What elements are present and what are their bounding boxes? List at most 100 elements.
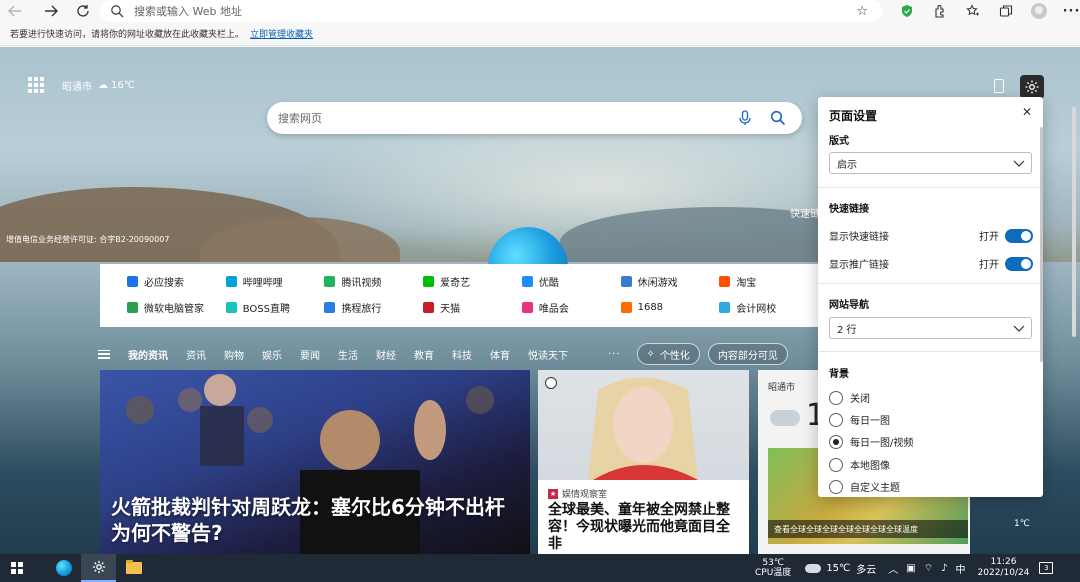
sparkle-icon: ✧ bbox=[646, 348, 655, 360]
favorites-bar: 若要进行快速访问，请将你的网址收藏放在此收藏夹栏上。 立即管理收藏夹 bbox=[0, 22, 1080, 46]
clock[interactable]: 11:26 2022/10/24 bbox=[978, 557, 1030, 579]
taskbar-app[interactable] bbox=[46, 554, 81, 582]
quick-link-label: 腾讯视频 bbox=[341, 277, 382, 289]
tray-app-icon[interactable]: ▣ bbox=[906, 563, 915, 574]
quick-link[interactable]: 1688 bbox=[620, 301, 720, 313]
news-tab[interactable]: 要闻 bbox=[300, 347, 320, 362]
chevron-down-icon bbox=[1013, 160, 1025, 167]
layout-select[interactable]: 启示 bbox=[829, 152, 1032, 174]
background-option[interactable]: 本地图像 bbox=[829, 457, 890, 472]
news-headline: 火箭批裁判针对周跃龙：塞尔比6分钟不出杆为何不警告? bbox=[111, 495, 505, 545]
web-search-box[interactable]: 搜索网页 bbox=[267, 102, 802, 134]
background-option[interactable]: 每日一图/视频 bbox=[829, 434, 913, 449]
show-quick-links-toggle[interactable] bbox=[1005, 228, 1033, 243]
news-tab[interactable]: 财经 bbox=[376, 347, 396, 362]
quick-link[interactable]: 腾讯视频 bbox=[324, 274, 423, 289]
quick-link[interactable]: 休闲游戏 bbox=[620, 274, 720, 289]
notification-icon[interactable]: 3 bbox=[1039, 562, 1054, 574]
quick-link[interactable]: 微软电脑管家 bbox=[127, 300, 226, 315]
city-name[interactable]: 昭通市 bbox=[62, 78, 92, 93]
news-tab[interactable]: 娱乐 bbox=[262, 347, 282, 362]
start-button[interactable] bbox=[0, 554, 34, 582]
news-tab[interactable]: 科技 bbox=[452, 347, 472, 362]
divider bbox=[818, 187, 1043, 188]
favorites-bar-message: 若要进行快速访问，请将你的网址收藏放在此收藏夹栏上。 bbox=[10, 30, 245, 40]
quick-link[interactable]: 优酷 bbox=[521, 274, 621, 289]
windows-icon bbox=[11, 562, 23, 574]
content-visibility-button[interactable]: 内容部分可见 bbox=[707, 343, 788, 365]
news-card[interactable]: ★ 娱情观察室 全球最美、童年被全网禁止整容！今现状曝光而他竟面目全非 bbox=[538, 370, 749, 554]
ime-indicator[interactable]: 中 bbox=[956, 561, 966, 576]
quick-link[interactable]: 天猫 bbox=[423, 300, 522, 315]
quick-link[interactable]: 爱奇艺 bbox=[423, 274, 522, 289]
location-weather: 昭通市 ☁ 16℃ bbox=[28, 77, 135, 93]
quick-link[interactable]: 携程旅行 bbox=[324, 300, 423, 315]
taskbar-app[interactable] bbox=[81, 554, 116, 582]
back-button[interactable] bbox=[0, 0, 30, 22]
address-bar[interactable]: 搜索或输入 Web 地址 ☆ bbox=[100, 0, 882, 22]
manage-favorites-link[interactable]: 立即管理收藏夹 bbox=[250, 27, 313, 40]
more-menu-icon[interactable]: ··· bbox=[1055, 0, 1080, 22]
background-option[interactable]: 关闭 bbox=[829, 390, 870, 405]
quick-link[interactable]: BOSS直聘 bbox=[225, 300, 325, 315]
show-promo-links-row: 显示推广链接 打开 bbox=[829, 256, 1033, 271]
phone-icon[interactable] bbox=[994, 79, 1004, 93]
quick-link[interactable]: 必应搜索 bbox=[127, 274, 226, 289]
network-icon[interactable]: ⌔ bbox=[924, 562, 933, 575]
page-settings-button[interactable] bbox=[1020, 75, 1044, 99]
news-tab[interactable]: 教育 bbox=[414, 347, 434, 362]
chevron-up-icon[interactable]: ︿ bbox=[888, 561, 898, 576]
quick-links-row: 微软电脑管家 BOSS直聘 携程旅行 天猫 唯品会 1688 会计网校 bbox=[100, 294, 818, 320]
more-tabs-icon[interactable]: ··· bbox=[608, 349, 621, 360]
current-temp[interactable]: 16℃ bbox=[111, 80, 135, 91]
tmall-icon bbox=[423, 301, 435, 313]
news-tab[interactable]: 我的资讯 bbox=[128, 347, 168, 362]
browser-toolbar: 搜索或输入 Web 地址 ☆ ··· bbox=[0, 0, 1080, 22]
weather-map-caption: 查看全球全球全球全球全球全球全球温度 bbox=[768, 520, 968, 538]
cpu-temp[interactable]: 53℃ CPU温度 bbox=[755, 558, 791, 578]
shield-extension-icon[interactable] bbox=[890, 0, 923, 22]
page-scrollbar[interactable] bbox=[1072, 107, 1076, 337]
refresh-button[interactable] bbox=[68, 0, 98, 22]
news-tab[interactable]: 购物 bbox=[224, 347, 244, 362]
speaker-icon[interactable]: ♪ bbox=[941, 563, 947, 574]
personalize-button[interactable]: ✧ 个性化 bbox=[636, 343, 700, 365]
quick-link[interactable]: 哔哩哔哩 bbox=[225, 274, 325, 289]
add-favorite-icon[interactable]: ☆ bbox=[856, 4, 868, 19]
taskbar-weather[interactable]: 15℃ 多云 bbox=[805, 561, 876, 576]
show-promo-links-toggle[interactable] bbox=[1005, 256, 1033, 271]
game-icon bbox=[620, 275, 632, 287]
toggle-state: 打开 bbox=[979, 260, 999, 271]
settings-scrollbar[interactable] bbox=[1040, 127, 1043, 362]
avatar bbox=[1030, 3, 1047, 19]
favorites-icon[interactable] bbox=[956, 0, 989, 22]
tray-icons: ︿ ▣ ⌔ ♪ 中 bbox=[888, 561, 965, 576]
microphone-icon[interactable] bbox=[738, 110, 752, 126]
profile-avatar[interactable] bbox=[1022, 0, 1055, 22]
news-tab[interactable]: 资讯 bbox=[186, 347, 206, 362]
menu-icon[interactable] bbox=[98, 349, 110, 359]
extensions-icon[interactable] bbox=[923, 0, 956, 22]
close-icon[interactable]: ✕ bbox=[1022, 105, 1032, 119]
site-nav-value: 2 行 bbox=[837, 324, 857, 336]
background-option[interactable]: 每日一图 bbox=[829, 412, 890, 427]
news-card-main[interactable]: 火箭批裁判针对周跃龙：塞尔比6分钟不出杆为何不警告? bbox=[100, 370, 530, 554]
taskbar-weather-desc: 多云 bbox=[856, 564, 877, 576]
news-tab[interactable]: 生活 bbox=[338, 347, 358, 362]
search-submit-icon[interactable] bbox=[770, 110, 786, 126]
forward-button[interactable] bbox=[36, 0, 66, 22]
app-launcher-icon[interactable] bbox=[28, 77, 44, 93]
background-option[interactable]: 自定义主题 bbox=[829, 479, 900, 494]
news-tab[interactable]: 体育 bbox=[490, 347, 510, 362]
taskbar-app[interactable] bbox=[116, 554, 151, 582]
search-placeholder: 搜索网页 bbox=[278, 112, 322, 125]
site-nav-select[interactable]: 2 行 bbox=[829, 317, 1032, 339]
page-settings-panel: 页面设置 ✕ 版式 启示 快速链接 显示快速链接 打开 显示推广链接 打开 网站… bbox=[818, 97, 1043, 497]
news-tab[interactable]: 悦读天下 bbox=[528, 347, 568, 362]
site-nav-label: 网站导航 bbox=[829, 300, 869, 311]
quick-link[interactable]: 会计网校 bbox=[719, 300, 818, 315]
collections-icon[interactable] bbox=[989, 0, 1022, 22]
weather-city: 昭通市 bbox=[768, 383, 796, 393]
quick-link[interactable]: 淘宝 bbox=[719, 274, 818, 289]
quick-link[interactable]: 唯品会 bbox=[521, 300, 621, 315]
